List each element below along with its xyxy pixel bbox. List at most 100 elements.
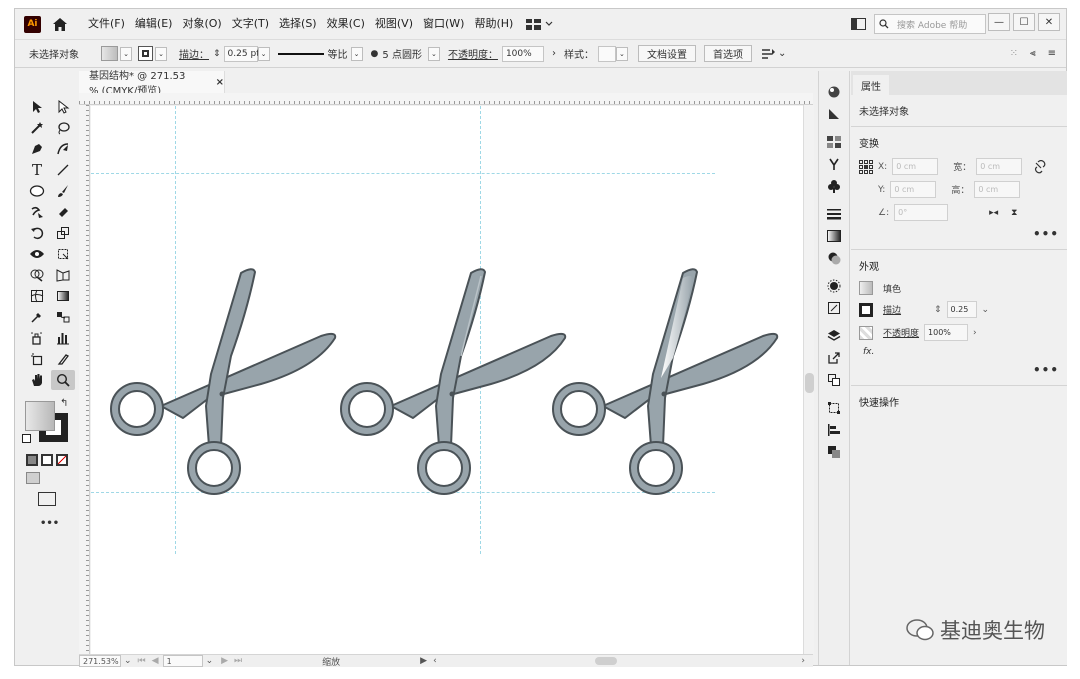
eyedropper-tool-icon[interactable] [25,307,49,327]
draw-behind-icon[interactable] [43,472,55,484]
type-tool-icon[interactable]: T [25,160,49,180]
gradient-panel-icon[interactable] [819,103,849,125]
pen-tool-icon[interactable] [25,139,49,159]
chevron-down-icon[interactable]: ⌄ [427,46,440,61]
layers-panel-icon[interactable] [819,325,849,347]
maximize-button[interactable]: ☐ [1013,13,1035,31]
mesh-tool-icon[interactable] [25,286,49,306]
transparency-panel-icon[interactable] [819,247,849,269]
arrange-icon[interactable] [760,47,776,61]
stroke-panel-icon[interactable] [819,203,849,225]
close-button[interactable]: ✕ [1038,13,1060,31]
menu-window[interactable]: 窗口(W) [418,9,469,39]
angle-input[interactable]: 0° [894,204,949,221]
eraser-tool-icon[interactable] [51,202,75,222]
panel-toggle-icon[interactable] [851,18,866,30]
menu-type[interactable]: 文字(T) [227,9,274,39]
vertical-scrollbar[interactable] [803,105,814,654]
stroke-swatch-control[interactable]: ⌄ [138,46,167,61]
free-transform-tool-icon[interactable] [51,244,75,264]
status-menu-icon[interactable]: ▶ [420,656,427,666]
chevron-down-icon[interactable]: ⌄ [982,305,990,315]
opacity-label[interactable]: 不透明度： [448,46,498,61]
home-icon[interactable] [51,15,69,33]
stroke-profile-label[interactable]: 等比 [328,46,348,61]
preferences-button[interactable]: 首选项 [703,45,752,62]
x-input[interactable]: 0 cm [892,158,939,175]
horizontal-ruler[interactable] [79,93,813,105]
warp-tool-icon[interactable] [25,244,49,264]
menu-view[interactable]: 视图(V) [370,9,418,39]
paintbrush-tool-icon[interactable] [51,181,75,201]
grid-dots-icon[interactable]: ⁙ [1010,48,1018,59]
scale-tool-icon[interactable] [51,223,75,243]
y-input[interactable]: 0 cm [890,181,937,198]
chevron-right-icon[interactable]: › [552,48,556,59]
menu-effect[interactable]: 效果(C) [322,9,370,39]
scrollbar-thumb[interactable] [805,373,814,393]
direct-selection-tool-icon[interactable] [51,97,75,117]
blend-tool-icon[interactable] [51,307,75,327]
stroke-swatch[interactable] [859,302,873,317]
draw-inside-icon[interactable] [58,472,70,484]
chevron-down-icon[interactable]: ⌄ [124,656,132,666]
chevron-down-icon[interactable]: ⌄ [206,656,214,666]
color-mode-icon[interactable] [26,454,38,466]
opacity-swatch[interactable] [859,325,873,340]
search-input[interactable]: 搜索 Adobe 帮助 [874,14,986,34]
menu-edit[interactable]: 编辑(E) [130,9,178,39]
artboard-tool-icon[interactable] [25,349,49,369]
panel-menu-icon[interactable]: ≡ [1048,48,1056,59]
fill-swatch-control[interactable]: ⌄ [101,46,132,61]
width-input[interactable]: 0 cm [976,158,1023,175]
zoom-tool-icon[interactable] [51,370,75,390]
symbols-panel-icon[interactable] [819,175,849,197]
brushes-panel-icon[interactable] [819,153,849,175]
fx-icon[interactable]: fx. [863,347,874,357]
fill-label[interactable]: 填色 [883,282,901,295]
selection-tool-icon[interactable] [25,97,49,117]
graphic-styles-panel-icon[interactable] [819,297,849,319]
stepper-icon[interactable]: ⇕ [934,305,942,315]
symbol-sprayer-tool-icon[interactable] [25,328,49,348]
fill-stroke-widget[interactable]: ↰ [22,398,72,448]
menu-object[interactable]: 对象(O) [177,9,226,39]
edit-toolbar-more-icon[interactable]: ••• [40,518,78,529]
document-setup-button[interactable]: 文档设置 [637,45,696,62]
zoom-level-field[interactable]: 271.53% [79,655,121,667]
scroll-right-icon[interactable]: › [801,656,805,666]
align-panel-icon[interactable] [819,419,849,441]
opacity-label[interactable]: 不透明度 [883,326,919,339]
first-artboard-icon[interactable]: ⏮ [138,656,146,666]
prev-artboard-icon[interactable]: ◀ [152,656,159,666]
none-mode-icon[interactable] [56,454,68,466]
swatches-panel-icon[interactable] [819,131,849,153]
constrain-proportions-icon[interactable] [1033,159,1047,174]
tab-properties[interactable]: 属性 [853,75,889,95]
opacity-input[interactable]: 100% [501,45,544,62]
next-artboard-icon[interactable]: ▶ [221,656,228,666]
minimize-button[interactable]: — [988,13,1010,31]
fill-swatch[interactable] [859,281,873,295]
stepper-icon[interactable]: ⇕ [213,49,221,59]
brush-label[interactable]: 5 点圆形 [382,46,422,61]
stroke-label[interactable]: 描边： [179,46,209,61]
flip-vertical-icon[interactable]: ⧗ [1011,208,1017,218]
chevron-down-icon[interactable]: ⌄ [257,46,270,61]
align-icon[interactable]: ⫷ [1030,48,1036,59]
stroke-label[interactable]: 描边 [883,303,929,316]
stroke-weight-input[interactable]: 0.25 pt [223,45,260,62]
opacity-input[interactable]: 100% [924,324,969,341]
curvature-tool-icon[interactable] [51,139,75,159]
scissors-illustration[interactable] [340,268,567,495]
pathfinder-panel-icon[interactable] [819,441,849,463]
stroke-weight-input[interactable]: 0.25 [946,301,977,318]
swap-arrow-icon[interactable]: ↰ [60,398,68,409]
gradient-tool-icon[interactable] [51,286,75,306]
appearance-more-options[interactable]: ••• [859,363,1059,377]
transform-more-options[interactable]: ••• [859,227,1059,241]
default-colors-icon[interactable] [22,434,31,443]
color-guide-icon[interactable] [819,81,849,103]
menu-help[interactable]: 帮助(H) [469,9,518,39]
rotate-tool-icon[interactable] [25,223,49,243]
